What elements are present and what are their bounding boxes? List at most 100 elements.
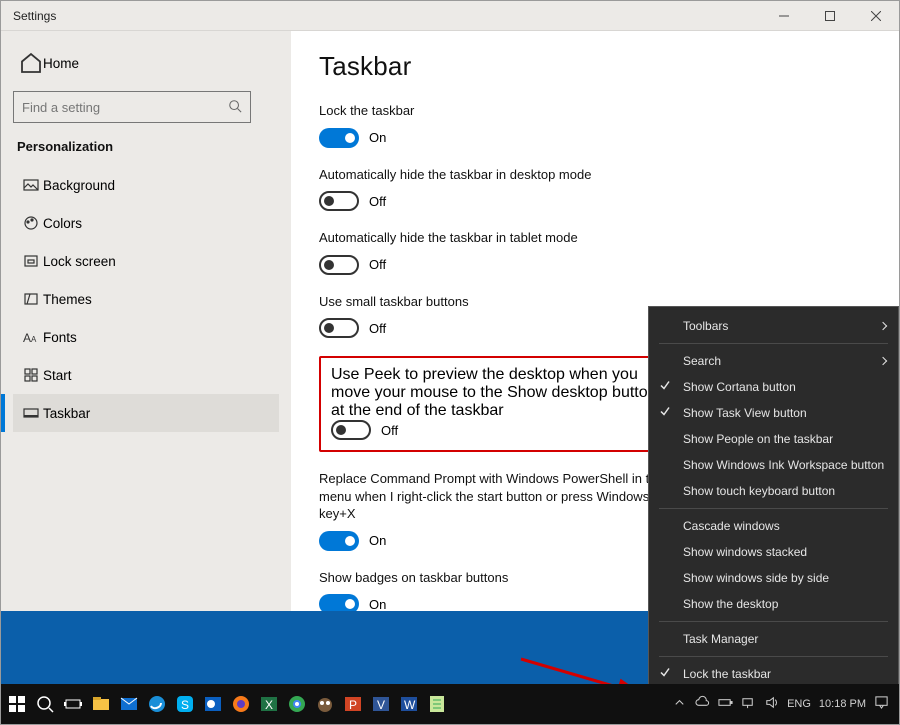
ctx-item-label: Show People on the taskbar <box>683 432 833 446</box>
battery-icon[interactable] <box>718 695 733 713</box>
ctx-item-label: Task Manager <box>683 632 758 646</box>
maximize-button[interactable] <box>807 1 853 31</box>
ctx-cascade[interactable]: Cascade windows <box>649 513 898 539</box>
sidebar-item-start[interactable]: Start <box>13 356 279 394</box>
window-title: Settings <box>1 9 56 23</box>
tray-language[interactable]: ENG <box>787 698 811 710</box>
ctx-show-touchkb[interactable]: Show touch keyboard button <box>649 478 898 504</box>
toggle-show-badges[interactable] <box>319 594 359 611</box>
sidebar-category: Personalization <box>13 135 279 166</box>
settings-window: Settings Home Find a setting Personaliza… <box>0 0 900 725</box>
tray-clock[interactable]: 10:18 PM <box>819 698 866 711</box>
ctx-separator <box>659 621 888 622</box>
svg-text:V: V <box>377 698 385 712</box>
ctx-show-taskview[interactable]: Show Task View button <box>649 400 898 426</box>
titlebar: Settings <box>1 1 899 31</box>
search-button[interactable] <box>31 684 59 724</box>
lockscreen-icon <box>19 253 43 269</box>
sidebar-home-label: Home <box>43 56 79 71</box>
onedrive-icon[interactable] <box>695 695 710 713</box>
taskbar-app-notepadpp[interactable] <box>423 684 451 724</box>
setting-replace-cmd: Replace Command Prompt with Windows Powe… <box>319 470 679 551</box>
toggle-state: Off <box>369 321 386 336</box>
toggle-autohide-tablet[interactable] <box>319 255 359 275</box>
taskview-button[interactable] <box>59 684 87 724</box>
action-center-icon[interactable] <box>874 695 889 713</box>
taskbar-app-excel[interactable]: X <box>255 684 283 724</box>
ctx-item-label: Search <box>683 354 721 368</box>
ctx-show-ink[interactable]: Show Windows Ink Workspace button <box>649 452 898 478</box>
fonts-icon: AA <box>19 329 43 345</box>
sidebar-item-label: Themes <box>43 292 92 307</box>
svg-text:P: P <box>349 698 357 712</box>
sidebar-item-themes[interactable]: Themes <box>13 280 279 318</box>
sidebar-item-background[interactable]: Background <box>13 166 279 204</box>
ctx-search[interactable]: Search <box>649 348 898 374</box>
ctx-show-people[interactable]: Show People on the taskbar <box>649 426 898 452</box>
taskbar-app-gimp[interactable] <box>311 684 339 724</box>
taskbar-app-powerpoint[interactable]: P <box>339 684 367 724</box>
picture-icon <box>19 177 43 193</box>
taskbar-app-explorer[interactable] <box>87 684 115 724</box>
toggle-state: Off <box>381 423 398 438</box>
toggle-state: On <box>369 130 386 145</box>
sidebar-item-taskbar[interactable]: Taskbar <box>13 394 279 432</box>
toggle-small-buttons[interactable] <box>319 318 359 338</box>
check-icon <box>659 667 671 682</box>
setting-small-buttons: Use small taskbar buttons Off <box>319 293 679 339</box>
chevron-right-icon <box>879 322 887 330</box>
tray-time: 10:18 PM <box>819 698 866 711</box>
ctx-item-label: Show windows stacked <box>683 545 807 559</box>
sidebar-item-colors[interactable]: Colors <box>13 204 279 242</box>
network-icon[interactable] <box>741 695 756 713</box>
toggle-peek-preview[interactable] <box>331 420 371 440</box>
tray-overflow[interactable] <box>672 695 687 713</box>
taskbar-app-edge[interactable] <box>143 684 171 724</box>
search-input[interactable]: Find a setting <box>13 91 251 123</box>
check-icon <box>659 380 671 395</box>
ctx-stacked[interactable]: Show windows stacked <box>649 539 898 565</box>
taskbar-app-chrome[interactable] <box>283 684 311 724</box>
toggle-autohide-desktop[interactable] <box>319 191 359 211</box>
volume-icon[interactable] <box>764 695 779 713</box>
taskbar-app-firefox[interactable] <box>227 684 255 724</box>
ctx-item-label: Show Windows Ink Workspace button <box>683 458 884 472</box>
taskbar-app-skype[interactable]: S <box>171 684 199 724</box>
sidebar-item-label: Background <box>43 178 115 193</box>
ctx-show-cortana[interactable]: Show Cortana button <box>649 374 898 400</box>
ctx-sidebyside[interactable]: Show windows side by side <box>649 565 898 591</box>
ctx-item-label: Show windows side by side <box>683 571 829 585</box>
chevron-right-icon <box>879 357 887 365</box>
ctx-item-label: Show the desktop <box>683 597 778 611</box>
setting-label: Show badges on taskbar buttons <box>319 569 679 587</box>
home-icon <box>19 51 43 75</box>
ctx-item-label: Show Task View button <box>683 406 807 420</box>
taskbar-app-visio[interactable]: V <box>367 684 395 724</box>
sidebar-home[interactable]: Home <box>13 45 279 81</box>
ctx-toolbars[interactable]: Toolbars <box>649 313 898 339</box>
minimize-button[interactable] <box>761 1 807 31</box>
ctx-show-desktop[interactable]: Show the desktop <box>649 591 898 617</box>
ctx-item-label: Toolbars <box>683 319 728 333</box>
start-button[interactable] <box>3 684 31 724</box>
sidebar-item-lockscreen[interactable]: Lock screen <box>13 242 279 280</box>
sidebar: Home Find a setting Personalization Back… <box>1 31 291 611</box>
taskbar-app-outlook[interactable] <box>199 684 227 724</box>
ctx-task-manager[interactable]: Task Manager <box>649 626 898 652</box>
themes-icon <box>19 291 43 307</box>
toggle-state: On <box>369 533 386 548</box>
sidebar-item-fonts[interactable]: AA Fonts <box>13 318 279 356</box>
taskbar-icon <box>19 405 43 421</box>
ctx-separator <box>659 343 888 344</box>
close-button[interactable] <box>853 1 899 31</box>
page-title: Taskbar <box>319 51 877 82</box>
taskbar-app-mail[interactable] <box>115 684 143 724</box>
toggle-lock-taskbar[interactable] <box>319 128 359 148</box>
toggle-state: Off <box>369 194 386 209</box>
ctx-item-label: Show Cortana button <box>683 380 796 394</box>
toggle-replace-cmd[interactable] <box>319 531 359 551</box>
taskbar-left: S X P V W <box>1 684 451 724</box>
setting-show-badges: Show badges on taskbar buttons On <box>319 569 679 611</box>
taskbar-app-word[interactable]: W <box>395 684 423 724</box>
toggle-state: Off <box>369 257 386 272</box>
